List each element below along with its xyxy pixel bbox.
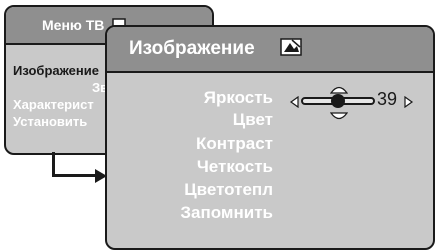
submenu-item-color[interactable]: Цвет <box>233 110 273 130</box>
submenu-item-brightness[interactable]: Яркость <box>204 88 273 108</box>
connector-line <box>52 174 98 177</box>
submenu-item-store[interactable]: Запомнить <box>180 203 273 223</box>
menu-item-install[interactable]: Установить <box>13 114 87 129</box>
connector-line <box>52 152 55 176</box>
submenu-item-sharpness[interactable]: Четкость <box>197 157 273 177</box>
submenu-title: Изображение <box>129 38 255 59</box>
slider-knob[interactable] <box>331 94 345 108</box>
picture-submenu-panel: Изображение Яркость Цвет Контраст Четкос… <box>105 25 435 250</box>
menu-item-features[interactable]: Характерист <box>13 97 94 112</box>
speaker-left-icon <box>289 95 299 113</box>
submenu-item-contrast[interactable]: Контраст <box>196 134 273 154</box>
picture-submenu-header: Изображение <box>107 27 433 73</box>
tv-menu-title: Меню ТВ <box>42 17 105 33</box>
submenu-item-color-temp[interactable]: Цветотепл <box>184 180 273 200</box>
brightness-slider[interactable]: 39 <box>283 81 433 121</box>
speaker-right-icon <box>404 95 414 113</box>
chevron-down-icon[interactable] <box>329 109 349 127</box>
menu-item-picture[interactable]: Изображение <box>13 63 99 78</box>
slider-value: 39 <box>377 89 398 109</box>
picture-icon <box>280 37 302 62</box>
